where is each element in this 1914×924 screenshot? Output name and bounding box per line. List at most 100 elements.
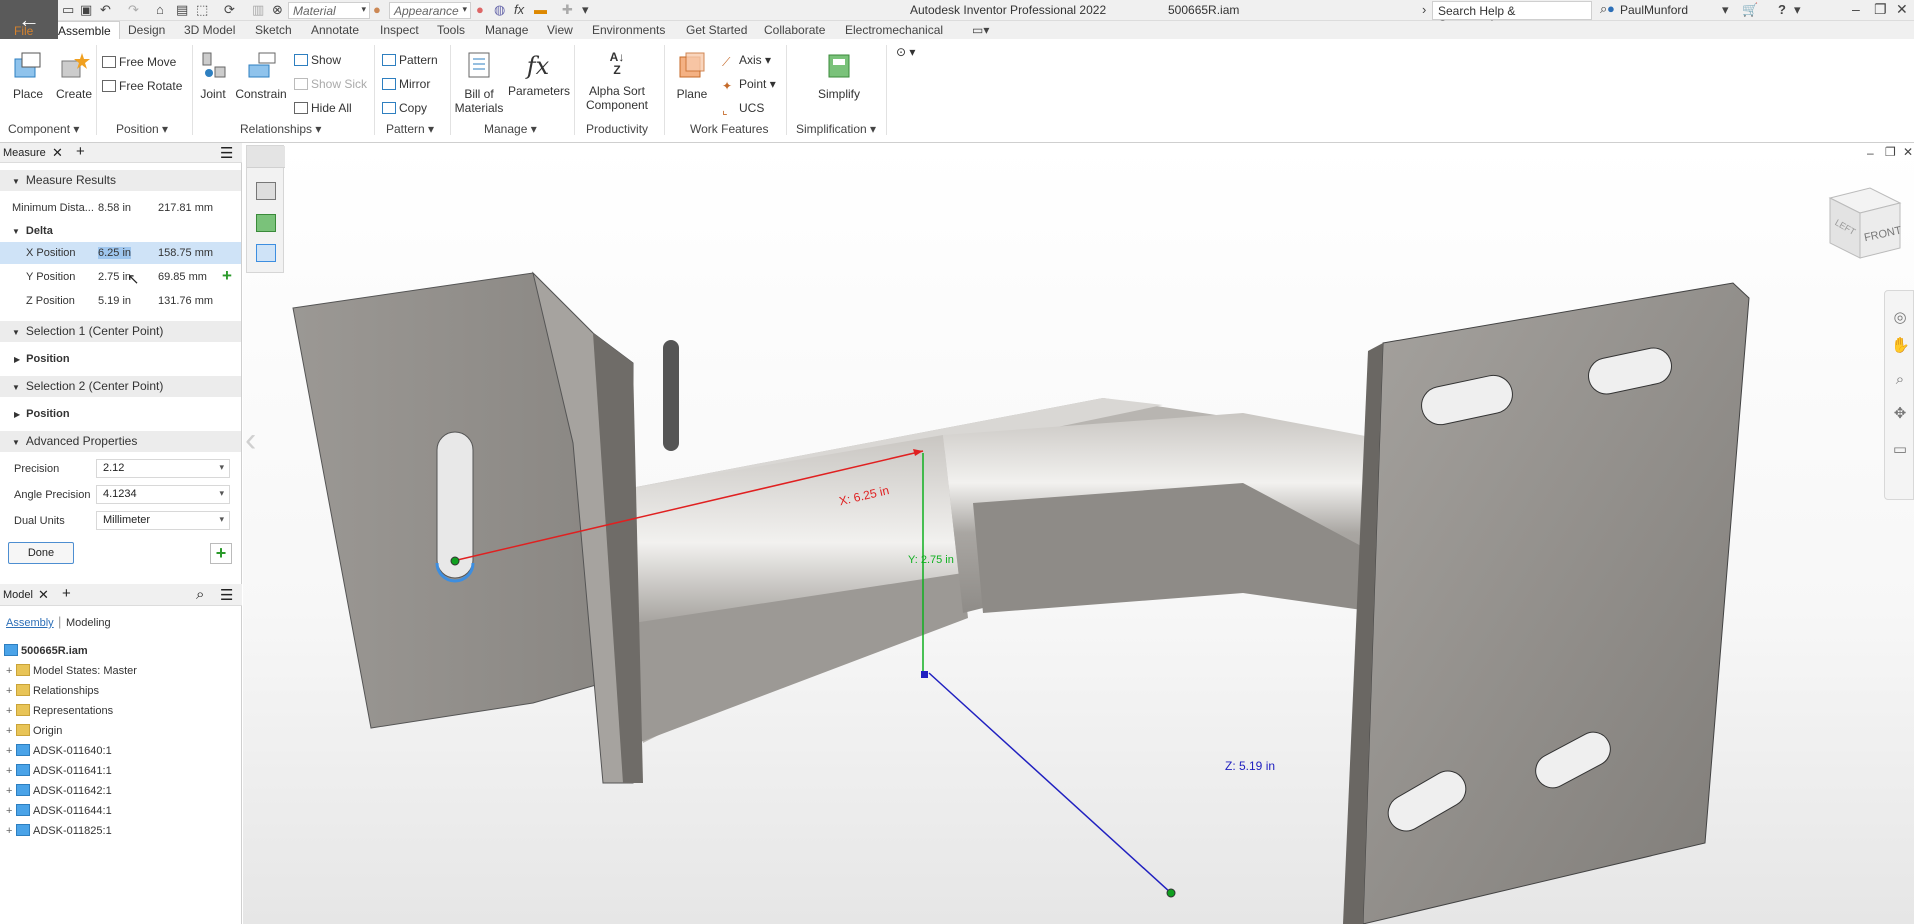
constrain-button[interactable]: Constrain bbox=[234, 51, 288, 101]
group-manage-label[interactable]: Manage ▾ bbox=[484, 122, 537, 136]
look-at-icon[interactable]: ▭ bbox=[1891, 441, 1909, 459]
tree-root[interactable]: 500665R.iam bbox=[4, 644, 88, 657]
tab-view[interactable]: View bbox=[547, 23, 573, 37]
tab-file[interactable]: File bbox=[14, 24, 33, 38]
selection-2-header[interactable]: ▼ Selection 2 (Center Point) bbox=[0, 376, 241, 397]
simplify-button[interactable]: Simplify bbox=[814, 51, 864, 101]
tab-sketch[interactable]: Sketch bbox=[255, 23, 292, 37]
alpha-sort-component-button[interactable]: A↓ Z Alpha Sort Component bbox=[580, 51, 654, 113]
add-icon[interactable]: + bbox=[222, 266, 232, 286]
plane-button[interactable]: Plane bbox=[672, 51, 712, 101]
tree-item-part-2[interactable]: + ADSK-011641:1 bbox=[6, 764, 112, 777]
search-input[interactable]: Search Help & Commands... bbox=[1432, 1, 1592, 32]
measure-region-icon[interactable] bbox=[256, 214, 276, 232]
restore-button[interactable]: ❐ bbox=[1874, 1, 1887, 18]
tab-assemble[interactable]: Assemble bbox=[49, 21, 120, 40]
advanced-properties-header[interactable]: ▼ Advanced Properties bbox=[0, 431, 241, 452]
clear-appearance-icon[interactable]: ◍ bbox=[494, 2, 505, 18]
selection-2-position[interactable]: ▶ Position bbox=[14, 408, 70, 420]
mirror-button[interactable]: Mirror bbox=[382, 77, 430, 91]
clear-icon[interactable]: ⊗ bbox=[272, 2, 283, 18]
undo-icon[interactable]: ↶ bbox=[100, 2, 111, 18]
measure-panel-title[interactable]: Measure bbox=[3, 147, 46, 159]
tree-item-model-states[interactable]: + Model States: Master bbox=[6, 664, 137, 677]
tab-design[interactable]: Design bbox=[128, 23, 165, 37]
free-rotate-button[interactable]: Free Rotate bbox=[102, 79, 182, 93]
done-button[interactable]: Done bbox=[8, 542, 74, 564]
group-pattern-label[interactable]: Pattern ▾ bbox=[386, 122, 434, 136]
steering-wheel-icon[interactable]: ◎ bbox=[1891, 309, 1909, 327]
measure-icon[interactable]: ▬ bbox=[534, 2, 547, 17]
precision-select[interactable]: 2.12 ▾ bbox=[96, 459, 230, 478]
tab-get-started[interactable]: Get Started bbox=[686, 23, 747, 37]
ribbon-options-icon[interactable]: ⊙ ▾ bbox=[896, 45, 915, 59]
fx-icon[interactable]: fx bbox=[514, 2, 524, 17]
properties-icon[interactable]: ▤ bbox=[176, 2, 188, 18]
measure-results-header[interactable]: ▼ Measure Results bbox=[0, 170, 241, 191]
viewport-close-button[interactable]: ✕ bbox=[1903, 145, 1913, 159]
ucs-button[interactable]: ⌞ UCS bbox=[722, 101, 764, 117]
material-combo[interactable]: Material ▾ bbox=[288, 2, 370, 19]
adjust-icon[interactable]: ● bbox=[476, 2, 484, 17]
angle-precision-select[interactable]: 4.1234 ▾ bbox=[96, 485, 230, 504]
close-button[interactable]: ✕ bbox=[1896, 1, 1908, 18]
tab-modeling[interactable]: Modeling bbox=[66, 617, 111, 629]
model-panel-title[interactable]: Model bbox=[3, 589, 33, 601]
bill-of-materials-button[interactable]: Bill of Materials bbox=[454, 51, 504, 115]
place-button[interactable]: Place bbox=[10, 51, 46, 101]
tree-item-part-1[interactable]: + ADSK-011640:1 bbox=[6, 744, 112, 757]
select-icon[interactable]: ⬚ bbox=[196, 2, 208, 18]
delta-header[interactable]: ▼ Delta bbox=[12, 225, 53, 237]
appearance-combo[interactable]: Appearance ▾ bbox=[389, 2, 471, 19]
search-icon[interactable]: ⌕ bbox=[196, 586, 204, 603]
axis-button[interactable]: ⟋ Axis ▾ bbox=[722, 53, 771, 69]
help-icon[interactable]: ? bbox=[1778, 2, 1786, 17]
point-button[interactable]: ✦ Point ▾ bbox=[722, 77, 776, 93]
close-icon[interactable]: ✕ bbox=[38, 587, 49, 603]
menu-icon[interactable]: ☰ bbox=[220, 144, 233, 162]
tree-item-representations[interactable]: + Representations bbox=[6, 704, 113, 717]
redo-icon[interactable]: ↷ bbox=[128, 2, 139, 18]
show-button[interactable]: Show bbox=[294, 53, 341, 67]
free-move-button[interactable]: Free Move bbox=[102, 55, 176, 69]
add-measure-button[interactable]: + bbox=[210, 543, 232, 564]
update-icon[interactable]: ⟳ bbox=[224, 2, 235, 18]
dual-units-select[interactable]: Millimeter ▾ bbox=[96, 511, 230, 530]
mini-toolbar-grip[interactable] bbox=[247, 146, 285, 168]
zoom-icon[interactable]: ⌕ bbox=[1891, 371, 1909, 389]
tab-tools[interactable]: Tools bbox=[437, 23, 465, 37]
cart-icon[interactable]: 🛒 bbox=[1742, 2, 1758, 18]
create-button[interactable]: Create bbox=[54, 51, 94, 101]
open-icon[interactable]: ▭ bbox=[62, 2, 74, 18]
previous-view-arrow-icon[interactable]: ‹ bbox=[245, 421, 256, 460]
add-tab-icon[interactable]: + bbox=[76, 143, 85, 160]
measure-distance-icon[interactable] bbox=[256, 182, 276, 200]
group-component-label[interactable]: Component ▾ bbox=[8, 122, 79, 136]
copy-button[interactable]: Copy bbox=[382, 101, 427, 115]
tree-item-origin[interactable]: + Origin bbox=[6, 724, 62, 737]
tab-inspect[interactable]: Inspect bbox=[380, 23, 419, 37]
joint-button[interactable]: Joint bbox=[196, 51, 230, 101]
customize-icon[interactable]: ▾ bbox=[582, 2, 589, 18]
plus-icon[interactable]: ✚ bbox=[562, 2, 573, 18]
tab-environments[interactable]: Environments bbox=[592, 23, 665, 37]
minimize-button[interactable]: – bbox=[1852, 1, 1860, 17]
pan-icon[interactable]: ✋ bbox=[1891, 337, 1910, 355]
hide-all-button[interactable]: Hide All bbox=[294, 101, 352, 115]
measure-active-icon[interactable] bbox=[256, 244, 276, 262]
tab-electromechanical[interactable]: Electromechanical bbox=[845, 23, 943, 37]
tree-item-part-3[interactable]: + ADSK-011642:1 bbox=[6, 784, 112, 797]
selection-1-header[interactable]: ▼ Selection 1 (Center Point) bbox=[0, 321, 241, 342]
group-simplification-label[interactable]: Simplification ▾ bbox=[796, 122, 876, 136]
menu-icon[interactable]: ☰ bbox=[220, 586, 233, 604]
pattern-button[interactable]: Pattern bbox=[382, 53, 438, 67]
home-icon[interactable]: ⌂ bbox=[156, 2, 164, 17]
tree-item-part-4[interactable]: + ADSK-011644:1 bbox=[6, 804, 112, 817]
close-icon[interactable]: ✕ bbox=[52, 145, 63, 161]
selection-1-position[interactable]: ▶ Position bbox=[14, 353, 70, 365]
x-position-in[interactable]: 6.25 in bbox=[98, 247, 132, 259]
tab-extras-icon[interactable]: ▭▾ bbox=[972, 23, 989, 37]
tree-item-part-5[interactable]: + ADSK-011825:1 bbox=[6, 824, 112, 837]
search-expand-icon[interactable]: › bbox=[1422, 2, 1426, 17]
user-name[interactable]: PaulMunford bbox=[1620, 3, 1688, 17]
